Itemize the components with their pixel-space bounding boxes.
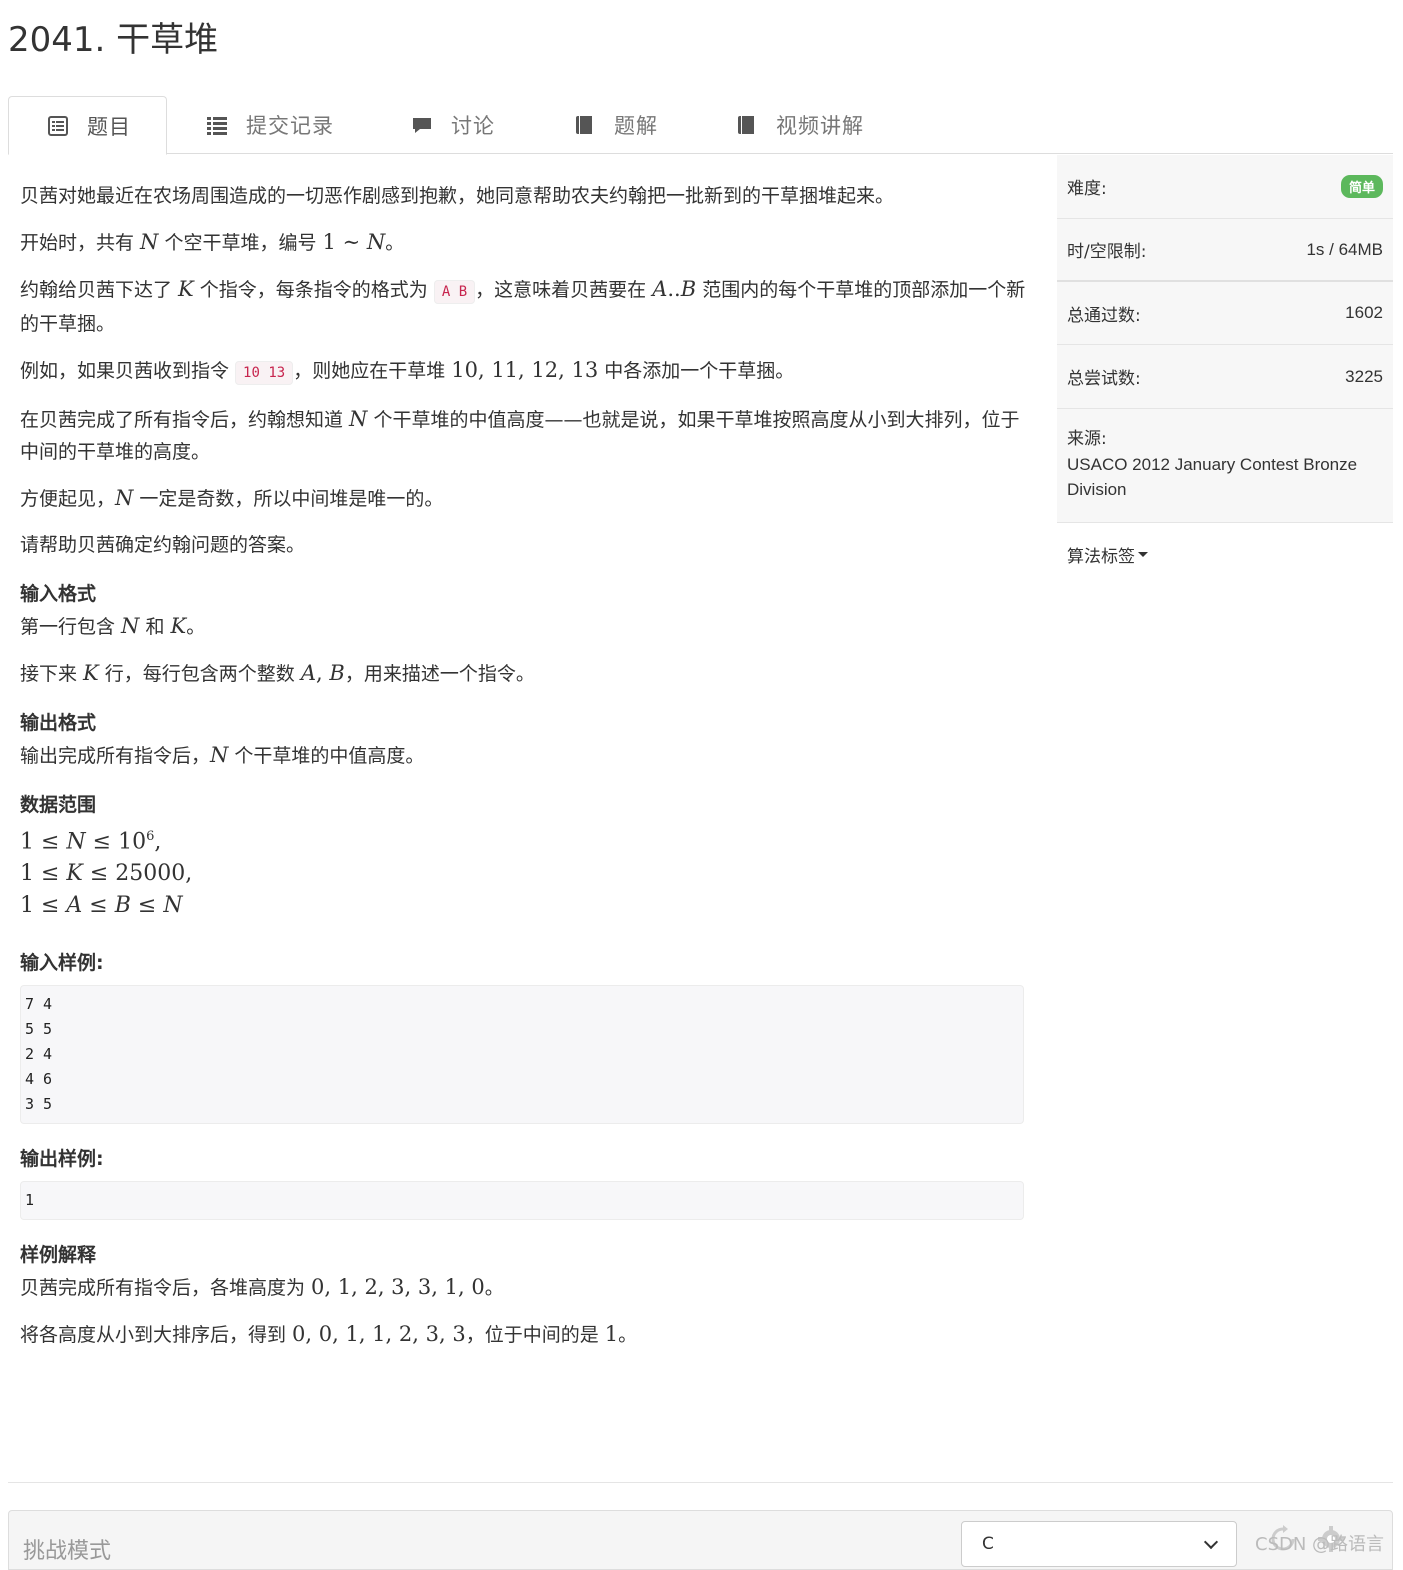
tab-problem[interactable]: 题目	[8, 96, 167, 155]
code-line: 1	[25, 1191, 35, 1210]
watermark: CSDN @路语言	[1255, 1534, 1385, 1555]
desc-paragraph: 请帮助贝茜确定约翰问题的答案。	[20, 534, 306, 556]
algorithm-tags-toggle[interactable]: 算法标签	[1057, 523, 1393, 585]
tried-value: 3225	[1345, 366, 1383, 386]
inline-code: A B	[433, 280, 476, 304]
tags-label: 算法标签	[1067, 546, 1135, 567]
caret-down-icon	[1138, 551, 1148, 557]
data-range-heading: 数据范围	[20, 794, 97, 816]
input-format-heading: 输入格式	[20, 583, 97, 605]
sample-output-heading: 输出样例:	[20, 1148, 104, 1171]
passed-value: 1602	[1345, 303, 1383, 322]
list-icon	[207, 117, 227, 135]
output-format-heading: 输出格式	[20, 712, 97, 734]
code-line: 4 6	[25, 1070, 53, 1089]
source-label: 来源:	[1067, 429, 1107, 449]
code-line: 7 4	[25, 995, 53, 1014]
explanation-line: 将各高度从小到大排序后，得到 0, 0, 1, 1, 2, 3, 3，位于中间的…	[20, 1322, 638, 1347]
sample-input-heading: 输入样例:	[20, 952, 104, 975]
tab-submissions[interactable]: 提交记录	[186, 96, 354, 154]
tab-video[interactable]: 视频讲解	[716, 96, 884, 154]
tab-label: 视频讲解	[776, 114, 864, 138]
passed-label: 总通过数:	[1067, 305, 1141, 326]
language-select[interactable]: C	[961, 1521, 1237, 1567]
difficulty-row: 难度: 简单	[1057, 155, 1393, 219]
problem-tabs: 题目 提交记录 讨论 题解 视频讲解	[8, 96, 1393, 155]
section-divider	[8, 1482, 1393, 1483]
explanation-heading: 样例解释	[20, 1244, 97, 1267]
desc-paragraph: 方便起见，N 一定是奇数，所以中间堆是唯一的。	[20, 486, 444, 510]
code-line: 3 5	[25, 1095, 53, 1114]
page-title: 2041. 干草堆	[8, 20, 219, 60]
tab-label: 题目	[87, 114, 131, 139]
data-range-line: 1 ≤ N ≤ 106, 1 ≤ K ≤ 25000, 1 ≤ A ≤ B ≤ …	[20, 829, 193, 919]
tried-row: 总尝试数: 3225	[1057, 345, 1393, 409]
source-row: 来源: USACO 2012 January Contest Bronze Di…	[1057, 409, 1393, 523]
challenge-mode-label[interactable]: 挑战模式	[23, 1533, 111, 1565]
book-icon	[738, 116, 754, 134]
list-alt-icon	[48, 115, 68, 136]
desc-paragraph: 在贝茜完成了所有指令后，约翰想知道 N 个干草堆的中值高度——也就是说，如果干草…	[20, 407, 1020, 463]
book-icon	[576, 116, 592, 134]
explanation-line: 贝茜完成所有指令后，各堆高度为 0, 1, 2, 3, 3, 1, 0。	[20, 1275, 504, 1300]
tab-label: 讨论	[451, 114, 495, 138]
comment-icon	[413, 118, 431, 133]
inline-code: 10 13	[235, 361, 294, 385]
sample-input-block: 7 4 5 5 2 4 4 6 3 5	[20, 985, 1024, 1125]
chevron-down-icon	[1203, 1534, 1219, 1550]
output-format-line: 输出完成所有指令后，N 个干草堆的中值高度。	[20, 743, 425, 767]
difficulty-label: 难度:	[1067, 179, 1107, 199]
desc-paragraph: 约翰给贝茜下达了 K 个指令，每条指令的格式为 A B ，这意味着贝茜要在 A..…	[20, 277, 1026, 335]
input-format-line: 第一行包含 N 和 K。	[20, 614, 206, 638]
passed-row: 总通过数: 1602	[1057, 282, 1393, 345]
tab-solutions[interactable]: 题解	[554, 96, 678, 154]
code-line: 2 4	[25, 1045, 53, 1064]
tab-discussion[interactable]: 讨论	[391, 96, 515, 154]
limit-label: 时/空限制:	[1067, 242, 1147, 262]
desc-paragraph: 例如，如果贝茜收到指令 10 13 ，则她应在干草堆 10, 11, 12, 13…	[20, 354, 1030, 389]
editor-panel: 挑战模式 C	[8, 1510, 1393, 1570]
limit-row: 时/空限制: 1s / 64MB	[1057, 219, 1393, 282]
input-format-line: 接下来 K 行，每行包含两个整数 A, B，用来描述一个指令。	[20, 661, 535, 685]
problem-sidebar: 难度: 简单 时/空限制: 1s / 64MB 总通过数: 1602 总尝试数:…	[1057, 155, 1393, 585]
code-line: 5 5	[25, 1020, 53, 1039]
problem-content: 贝茜对她最近在农场周围造成的一切恶作剧感到抱歉，她同意帮助农夫约翰把一批新到的干…	[20, 180, 1030, 1365]
sample-output-block: 1	[20, 1181, 1024, 1221]
desc-paragraph: 贝茜对她最近在农场周围造成的一切恶作剧感到抱歉，她同意帮助农夫约翰把一批新到的干…	[20, 185, 895, 207]
tab-label: 提交记录	[246, 114, 334, 138]
tab-label: 题解	[614, 114, 658, 138]
source-value: USACO 2012 January Contest Bronze Divisi…	[1067, 455, 1358, 499]
limit-value: 1s / 64MB	[1306, 239, 1383, 259]
desc-paragraph: 开始时，共有 N 个空干草堆，编号 1 ∼ N。	[20, 230, 405, 254]
language-value: C	[982, 1534, 994, 1554]
tried-label: 总尝试数:	[1067, 369, 1141, 389]
difficulty-badge: 简单	[1340, 175, 1383, 198]
